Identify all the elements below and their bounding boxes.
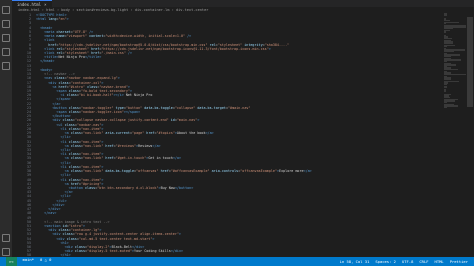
- code-token: </title>: [85, 55, 102, 60]
- code-token: </nav>: [36, 211, 57, 216]
- code-token: class: [70, 143, 81, 148]
- code-token: href: [103, 156, 114, 161]
- code-token: >: [152, 236, 155, 241]
- code-token: ></i>: [113, 93, 124, 98]
- code-token: "collapse": [174, 105, 196, 110]
- code-token: class: [70, 156, 81, 161]
- code-token: Your Coding Skills: [134, 249, 171, 254]
- code-token: data-bs-toggle: [142, 105, 173, 110]
- code-token: "#reviews": [115, 143, 137, 148]
- code-token: "#get-in-touch": [115, 156, 147, 161]
- source-control-icon[interactable]: [2, 34, 10, 42]
- code-token: </a>: [152, 143, 161, 148]
- code-token: ></span>: [123, 110, 141, 115]
- code-token: About the book: [176, 131, 206, 136]
- minimap-line: [444, 14, 448, 17]
- code-token: href: [103, 143, 114, 148]
- status-bar: >< main* 0 △ 0 Ln 58, Col 31 Spaces: 2 U…: [0, 257, 474, 266]
- code-token: </a>: [303, 169, 312, 174]
- line-number-gutter: 1 2 3 4 5 6 7 8 9 10 11 12 13 14 15 16 17 18 19 20 21 22 23 24 2…: [12, 13, 34, 257]
- code-token: Explore more: [279, 169, 304, 174]
- code-token: "offcanvasExample": [240, 169, 277, 174]
- minimap-line: [444, 21, 460, 23]
- code-token: "navbar-toggler-icon": [80, 110, 124, 115]
- code-token: data-bs-target: [195, 105, 226, 110]
- gear-icon[interactable]: [2, 248, 10, 256]
- status-eol[interactable]: CRLF: [419, 259, 428, 264]
- status-language[interactable]: HTML: [435, 259, 444, 264]
- search-icon[interactable]: [2, 20, 10, 28]
- code-token: "width=device-width, initial-scale=1.0": [105, 34, 186, 39]
- code-token: "#offcanvasExample": [170, 169, 210, 174]
- code-token: >: [117, 76, 120, 81]
- code-token: Net Ninja Pro: [123, 93, 153, 98]
- code-token: class: [85, 185, 96, 190]
- code-token: class: [70, 169, 81, 174]
- code-token: name: [56, 34, 65, 39]
- minimap-line: [444, 106, 448, 109]
- minimap-line: [444, 31, 446, 33]
- explorer-icon[interactable]: [2, 6, 10, 14]
- code-token: "display-5 text-muted": [87, 249, 132, 254]
- code-token: >: [268, 46, 271, 51]
- code-token: "viewport": [66, 34, 88, 39]
- code-token: <html: [36, 17, 49, 22]
- status-branch[interactable]: main*: [23, 257, 34, 266]
- code-token: "nav-link": [82, 131, 104, 136]
- code-token: data-bs-toggle: [103, 169, 135, 174]
- code-token: aria-controls: [209, 169, 239, 174]
- code-token: aria-current: [103, 131, 130, 136]
- remote-indicator[interactable]: ><: [6, 257, 17, 266]
- code-token: >: [197, 118, 200, 123]
- code-token: "./main.css": [101, 50, 126, 55]
- code-area[interactable]: <!DOCTYPE html> <html lang="en"> <head> <…: [36, 13, 444, 257]
- code-token: "offcanvas": [136, 169, 159, 174]
- code-token: >: [66, 17, 69, 22]
- extensions-icon[interactable]: [2, 62, 10, 70]
- status-encoding[interactable]: UTF-8: [402, 259, 413, 264]
- run-debug-icon[interactable]: [2, 48, 10, 56]
- code-token: </head>: [36, 59, 55, 64]
- code-token: class: [70, 131, 81, 136]
- status-indentation[interactable]: Spaces: 2: [375, 259, 396, 264]
- code-token: "btn btn-secondary d-xl-block": [97, 185, 159, 190]
- code-token: "page": [131, 131, 145, 136]
- code-token: "col-md-5 text-center text-md-start": [78, 236, 153, 241]
- minimap-line: [444, 90, 446, 92]
- code-token: Buy Now: [160, 185, 175, 190]
- code-token: "main-nav": [176, 118, 198, 123]
- tab-index-html[interactable]: index.html ×: [12, 0, 52, 7]
- code-token: />: [185, 34, 192, 39]
- status-cursor-position[interactable]: Ln 58, Col 31: [340, 259, 370, 264]
- account-icon[interactable]: [2, 234, 10, 242]
- minimap[interactable]: [444, 13, 466, 257]
- code-token: "nav-link": [82, 143, 104, 148]
- status-formatter[interactable]: Prettier: [450, 259, 468, 264]
- code-token: Net Ninja Pro: [58, 55, 86, 60]
- code-token: "bi bi-book-half": [78, 93, 114, 98]
- code-token: "nav-link": [82, 169, 104, 174]
- status-problems[interactable]: 0 △ 0: [40, 257, 51, 266]
- vertical-scrollbar[interactable]: [466, 13, 474, 257]
- code-token: class: [74, 249, 86, 254]
- code-token: "nav-link": [82, 156, 104, 161]
- code-token: </button>: [174, 185, 194, 190]
- scroll-thumb[interactable]: [467, 17, 473, 107]
- code-token: href: [158, 169, 169, 174]
- code-editor[interactable]: 1 2 3 4 5 6 7 8 9 10 11 12 13 14 15 16 17 18 19 20 21 22 23 24 2…: [12, 13, 444, 257]
- code-token: </a>: [205, 131, 214, 136]
- code-token: />: [125, 50, 132, 55]
- code-token: Get in touch: [148, 156, 173, 161]
- code-token: Reviews: [138, 143, 153, 148]
- code-token: </a>: [172, 156, 181, 161]
- code-token: "#main-nav": [227, 105, 251, 110]
- code-token: content: [87, 34, 104, 39]
- activity-bar: [0, 0, 12, 266]
- code-token: "en": [58, 17, 67, 22]
- code-token: href: [144, 131, 155, 136]
- code-token: "#topics": [156, 131, 175, 136]
- code-token: </div>: [170, 249, 184, 254]
- code-token: >: [178, 232, 181, 237]
- tab-bar: index.html ×: [12, 0, 474, 7]
